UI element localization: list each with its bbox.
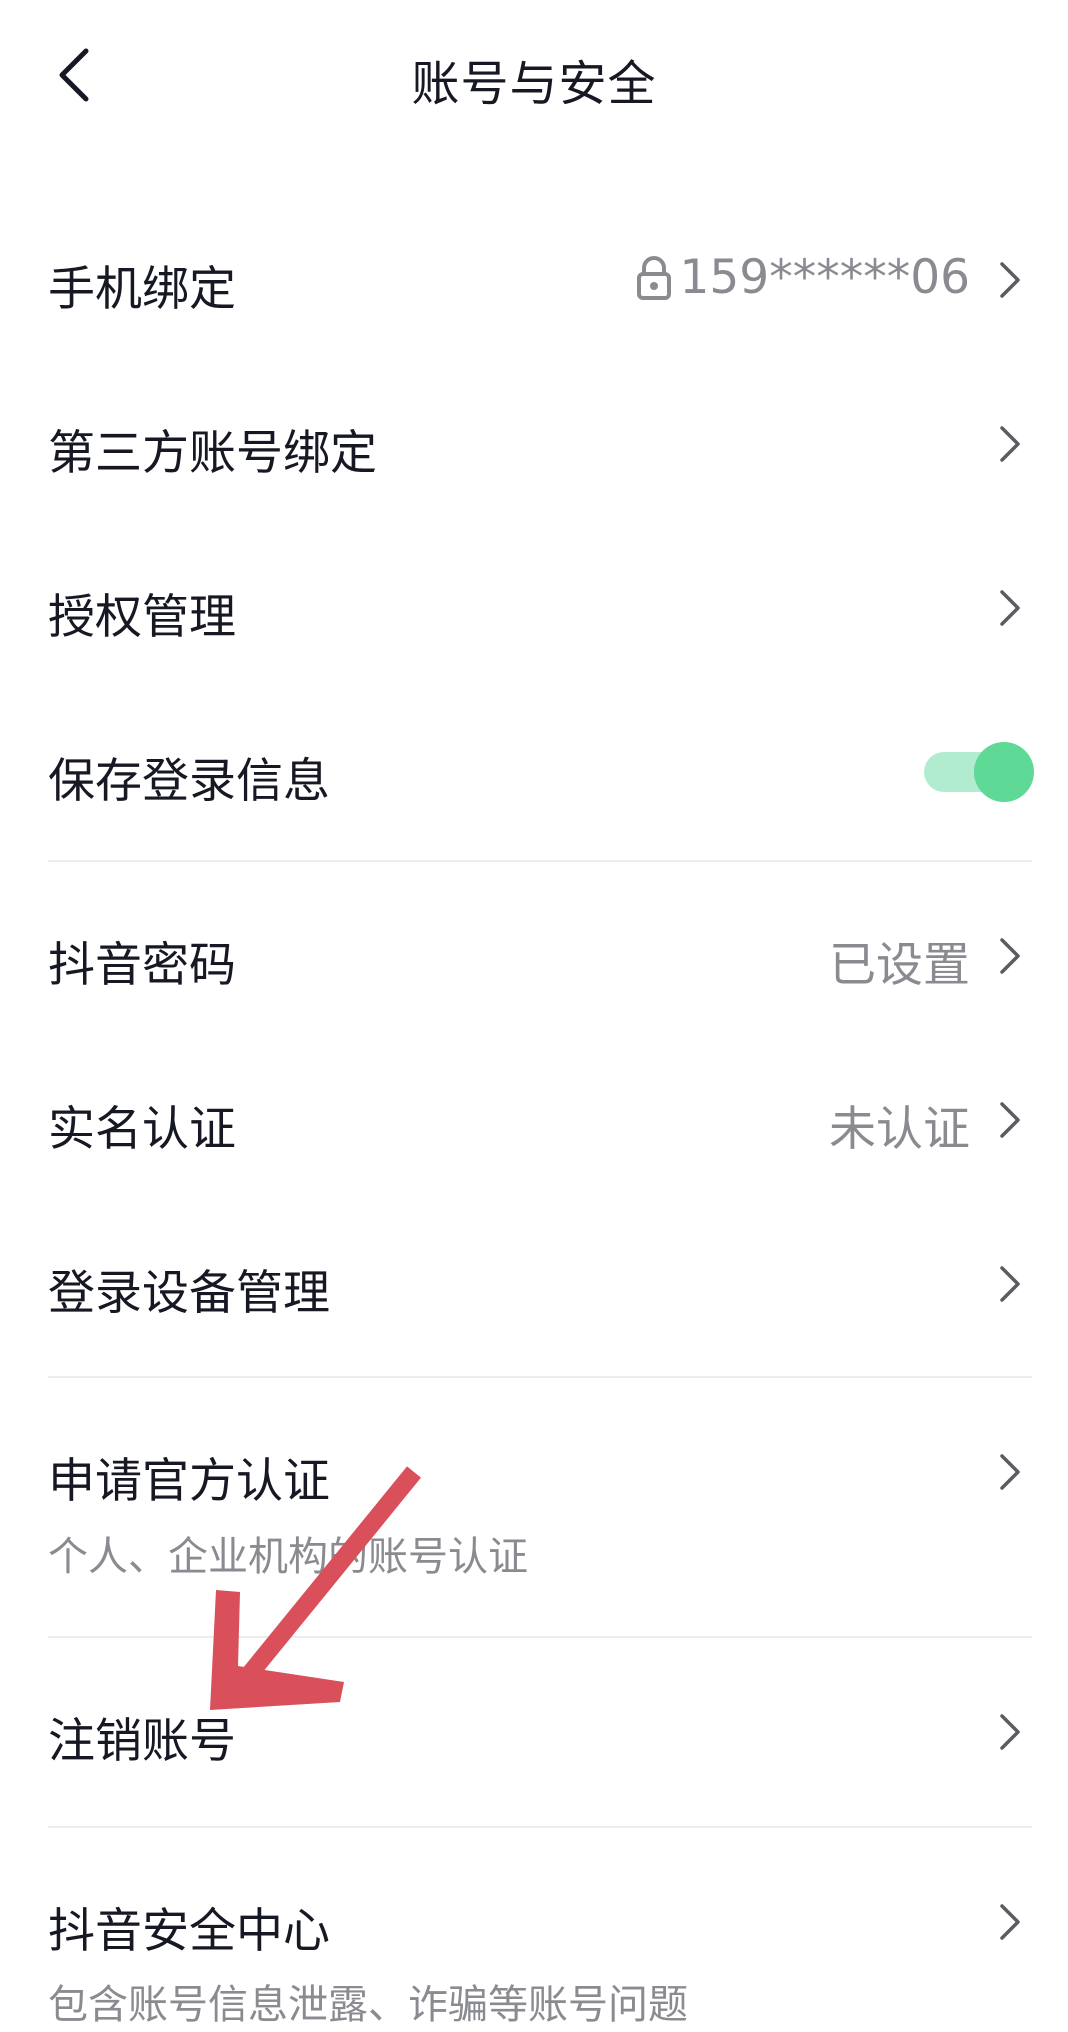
chevron-right-icon (1000, 1266, 1020, 1302)
row-label: 申请官方认证 (48, 1454, 330, 1509)
chevron-right-icon (1000, 426, 1020, 462)
row-subtitle: 包含账号信息泄露、诈骗等账号问题 (48, 1982, 688, 2028)
row-label: 注销账号 (48, 1714, 236, 1769)
divider (48, 860, 1032, 862)
chevron-right-icon (1000, 1102, 1020, 1138)
row-value: 已设置 (829, 938, 970, 993)
row-third-party-binding[interactable]: 第三方账号绑定 (0, 384, 1068, 504)
row-login-device-management[interactable]: 登录设备管理 (0, 1224, 1068, 1344)
row-douyin-password[interactable]: 抖音密码 已设置 (0, 896, 1068, 1016)
row-delete-account[interactable]: 注销账号 (0, 1672, 1068, 1792)
chevron-right-icon (1000, 590, 1020, 626)
save-login-toggle[interactable] (922, 740, 1034, 804)
nav-bar: 账号与安全 (0, 0, 1068, 150)
row-label: 手机绑定 (48, 262, 236, 317)
row-value: 未认证 (829, 1102, 970, 1157)
chevron-right-icon (1000, 1454, 1020, 1490)
row-value: 159******06 (635, 250, 970, 305)
toggle-knob (974, 742, 1034, 802)
chevron-right-icon (1000, 938, 1020, 974)
row-subtitle: 个人、企业机构的账号认证 (48, 1534, 528, 1580)
divider (48, 1636, 1032, 1638)
row-label: 抖音安全中心 (48, 1904, 330, 1959)
row-phone-binding[interactable]: 手机绑定 159******06 (0, 220, 1068, 340)
page-title: 账号与安全 (411, 56, 657, 112)
divider (48, 1826, 1032, 1828)
row-label: 抖音密码 (48, 938, 236, 993)
row-label: 第三方账号绑定 (48, 426, 377, 481)
row-label: 保存登录信息 (48, 754, 330, 809)
row-label: 授权管理 (48, 590, 236, 645)
divider (48, 1376, 1032, 1378)
row-douyin-security-center[interactable]: 抖音安全中心 包含账号信息泄露、诈骗等账号问题 (0, 1862, 1068, 2032)
row-authorization-management[interactable]: 授权管理 (0, 548, 1068, 668)
chevron-right-icon (1000, 1714, 1020, 1750)
row-official-verification[interactable]: 申请官方认证 个人、企业机构的账号认证 (0, 1412, 1068, 1602)
chevron-right-icon (1000, 1904, 1020, 1940)
row-label: 实名认证 (48, 1102, 236, 1157)
chevron-right-icon (1000, 262, 1020, 298)
row-save-login-info: 保存登录信息 (0, 712, 1068, 832)
lock-icon (637, 255, 672, 300)
phone-number: 159******06 (679, 250, 970, 305)
row-real-name-verification[interactable]: 实名认证 未认证 (0, 1060, 1068, 1180)
row-label: 登录设备管理 (48, 1266, 330, 1321)
